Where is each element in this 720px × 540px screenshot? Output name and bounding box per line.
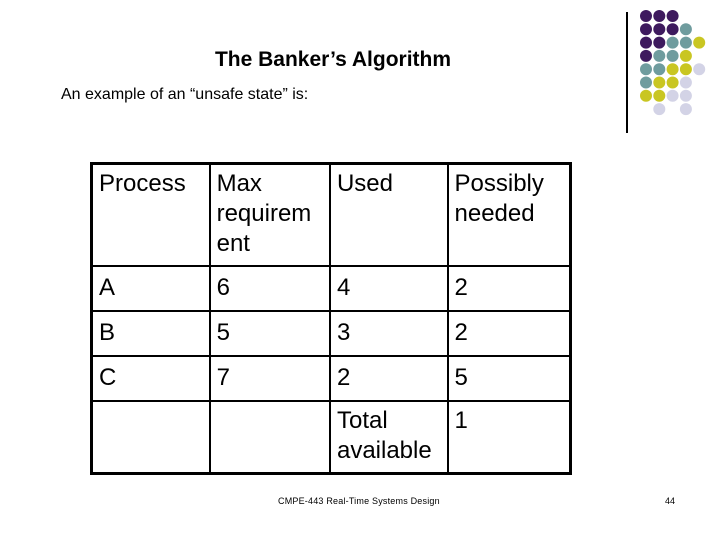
decorative-dot [653,76,666,89]
cell-empty [90,400,211,475]
decorative-dot [640,36,652,49]
header-process: Process [90,162,211,267]
cell-needed: 2 [446,310,572,357]
cell-process: C [90,355,211,402]
cell-used: 4 [328,265,449,312]
decorative-dot [653,63,666,76]
table-row: A 6 4 2 [90,265,572,312]
cell-empty [208,400,331,475]
table-row: C 7 2 5 [90,355,572,402]
decorative-dot [640,49,652,62]
decorative-dot [693,36,706,49]
decorative-dot [653,49,666,62]
decorative-dot [679,76,692,89]
decorative-dot [653,103,666,116]
decorative-dot [653,23,666,36]
decorative-dot [640,23,652,36]
cell-needed: 2 [446,265,572,312]
decorative-dot [666,76,679,89]
cell-needed: 5 [446,355,572,402]
total-available-value: 1 [446,400,572,475]
page-number: 44 [665,496,676,506]
cell-max: 7 [208,355,331,402]
decorative-dot [693,63,706,76]
bankers-table: Process Max requirem ent Used Possibly n… [90,162,572,475]
cell-max: 6 [208,265,331,312]
decorative-dot [679,23,692,36]
decorative-dot [640,76,652,89]
header-used: Used [328,162,449,267]
decorative-dot [666,36,679,49]
decorative-dot [679,36,692,49]
decorative-dot [679,63,692,76]
decorative-dot [679,89,692,102]
decorative-dot [666,63,679,76]
decorative-dots-pattern [640,10,706,116]
table-row: B 5 3 2 [90,310,572,357]
decorative-dot [666,23,679,36]
decorative-dot [653,89,666,102]
decorative-dot [640,89,652,102]
table-total-row: Total available 1 [90,400,572,475]
decorative-dot [653,36,666,49]
decorative-dot [640,63,652,76]
header-max-requirement: Max requirem ent [208,162,331,267]
cell-used: 3 [328,310,449,357]
decorative-dot [666,49,679,62]
total-available-label: Total available [328,400,449,475]
cell-process: B [90,310,211,357]
decorative-dot [640,10,652,22]
cell-used: 2 [328,355,449,402]
cell-max: 5 [208,310,331,357]
table-header-row: Process Max requirem ent Used Possibly n… [90,162,572,267]
decorative-dot [666,89,679,102]
decorative-dot [666,10,679,22]
decorative-dot [653,10,666,22]
decorative-dot [679,103,692,116]
cell-process: A [90,265,211,312]
decorative-dot [679,49,692,62]
footer-course-title: CMPE-443 Real-Time Systems Design [278,496,440,506]
header-possibly-needed: Possibly needed [446,162,572,267]
